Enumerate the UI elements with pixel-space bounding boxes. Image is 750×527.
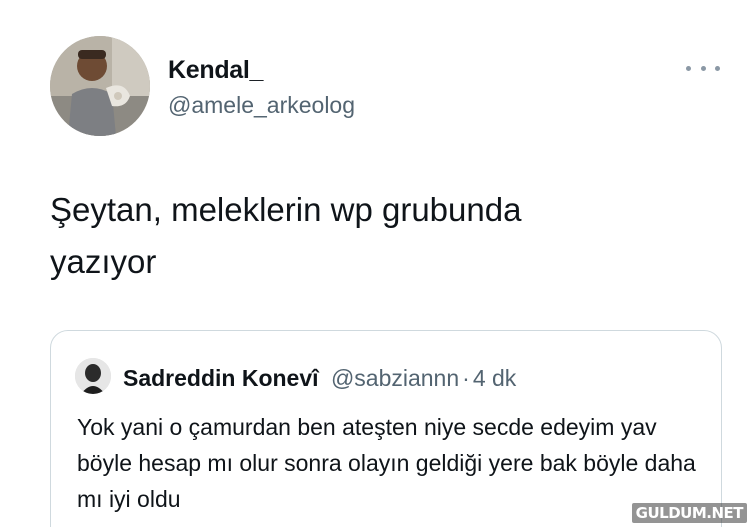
author-display-name[interactable]: Kendal_ bbox=[168, 56, 263, 85]
site-watermark: GULDUM.NET bbox=[631, 503, 747, 523]
quoted-tweet-text: Yok yani o çamurdan ben ateşten niye sec… bbox=[77, 414, 696, 512]
more-dot bbox=[700, 65, 706, 71]
author-avatar[interactable] bbox=[50, 36, 150, 136]
author-avatar-photo bbox=[50, 36, 150, 136]
quoted-author-display-name[interactable]: Sadreddin Konevî bbox=[123, 365, 319, 391]
quoted-author-avatar[interactable] bbox=[75, 358, 111, 394]
quoted-tweet[interactable]: Sadreddin Konevî @sabziannn · 4 dk Yok yan… bbox=[50, 330, 722, 527]
screenshot-page: Kendal_ @amele_arkeolog Şeytan, melekler… bbox=[0, 0, 750, 527]
quoted-tweet-header: Sadreddin Konevî @sabziannn · 4 dk bbox=[123, 365, 516, 392]
header-separator: · bbox=[462, 365, 470, 391]
tweet-card: Kendal_ @amele_arkeolog Şeytan, melekler… bbox=[10, 0, 732, 527]
more-dot bbox=[715, 65, 720, 71]
author-handle[interactable]: @amele_arkeolog bbox=[168, 92, 355, 119]
quoted-tweet-timestamp[interactable]: 4 dk bbox=[473, 365, 516, 391]
quoted-author-avatar-photo bbox=[75, 358, 111, 394]
more-dot bbox=[686, 65, 691, 71]
quoted-author-handle[interactable]: @sabziannn bbox=[331, 365, 459, 391]
tweet-text: Şeytan, meleklerin wp grubunda yazıyor bbox=[50, 191, 522, 280]
more-dots-icon[interactable] bbox=[686, 60, 720, 76]
